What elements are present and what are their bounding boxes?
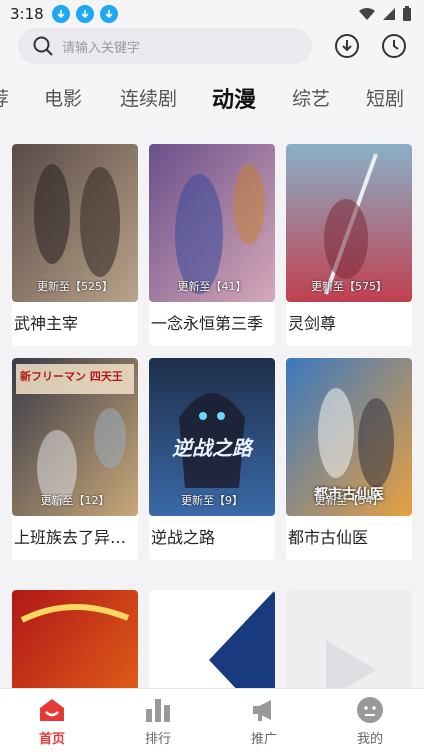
wifi-icon: [359, 7, 375, 20]
nav-label: 我的: [356, 732, 383, 747]
nav-label: 排行: [144, 732, 171, 747]
tab-anime[interactable]: 动漫: [212, 82, 256, 114]
download-notification-icon: [51, 5, 70, 23]
video-card[interactable]: 都市古仙医 更新至【54】 都市古仙医: [286, 358, 412, 560]
search-input[interactable]: 请输入关键字: [18, 28, 312, 64]
nav-ranking[interactable]: 排行: [118, 695, 198, 751]
video-card[interactable]: [286, 590, 412, 688]
search-placeholder: 请输入关键字: [62, 40, 141, 56]
update-badge: 更新至【12】: [40, 494, 110, 507]
header: 请输入关键字 荐 电影 连续剧 动漫 综艺 短剧: [0, 28, 424, 132]
category-tabs: 荐 电影 连续剧 动漫 综艺 短剧: [0, 80, 424, 120]
video-title: 上班族去了异…: [14, 528, 127, 547]
tab-short-drama[interactable]: 短剧: [366, 84, 404, 111]
video-card[interactable]: 更新至【575】 灵剑尊: [286, 144, 412, 346]
bottom-nav: 首页 排行 推广 我的: [0, 688, 424, 754]
video-poster: 新フリーマン 四天王 更新至【12】: [12, 358, 138, 516]
signal-icon: [383, 8, 395, 20]
video-card[interactable]: 更新至【525】 武神主宰: [12, 144, 138, 346]
poster-title: 新フリーマン 四天王: [20, 370, 123, 383]
video-card[interactable]: [12, 590, 138, 688]
video-poster: 逆战之路 更新至【9】: [149, 358, 275, 516]
system-icons: [358, 6, 412, 22]
video-poster: 更新至【575】: [286, 144, 412, 302]
video-poster: 更新至【525】: [12, 144, 138, 302]
tab-variety[interactable]: 综艺: [292, 84, 330, 111]
video-card[interactable]: 逆战之路 更新至【9】 逆战之路: [149, 358, 275, 560]
status-time: 3:18: [10, 5, 44, 23]
nav-home[interactable]: 首页: [12, 695, 92, 751]
video-poster: [12, 590, 138, 688]
video-title: 一念永恒第三季: [151, 314, 264, 333]
video-card[interactable]: [149, 590, 275, 688]
tab-recommend[interactable]: 荐: [0, 84, 9, 111]
nav-promote[interactable]: 推广: [224, 695, 304, 751]
bar-chart-icon: [146, 699, 170, 722]
video-poster: [149, 590, 275, 688]
poster-title: 逆战之路: [172, 436, 252, 460]
video-title: 灵剑尊: [288, 314, 337, 333]
search-icon: [32, 35, 54, 57]
update-badge: 更新至【575】: [311, 280, 387, 293]
update-badge: 更新至【9】: [181, 494, 243, 507]
download-button[interactable]: [333, 32, 361, 60]
update-badge: 更新至【525】: [37, 280, 113, 293]
video-card[interactable]: 新フリーマン 四天王 更新至【12】 上班族去了异…: [12, 358, 138, 560]
update-badge: 更新至【41】: [177, 280, 247, 293]
video-title: 逆战之路: [151, 528, 216, 547]
video-title: 武神主宰: [14, 314, 79, 333]
status-bar: 3:18: [0, 0, 424, 28]
video-card[interactable]: 更新至【41】 一念永恒第三季: [149, 144, 275, 346]
video-poster: 更新至【41】: [149, 144, 275, 302]
video-grid: 更新至【525】 武神主宰 更新至【41】 一念永恒第三季 更新至【575】 灵…: [0, 132, 424, 688]
history-button[interactable]: [380, 32, 408, 60]
clock-icon: [382, 34, 406, 58]
tab-series[interactable]: 连续剧: [120, 84, 177, 111]
home-icon: [40, 699, 64, 721]
nav-mine[interactable]: 我的: [330, 695, 410, 751]
update-badge: 更新至【54】: [314, 494, 384, 507]
tab-movie[interactable]: 电影: [44, 84, 82, 111]
nav-label: 推广: [250, 732, 277, 747]
video-title: 都市古仙医: [288, 528, 369, 547]
megaphone-icon: [253, 700, 271, 721]
video-poster: 都市古仙医 更新至【54】: [286, 358, 412, 516]
battery-icon: [403, 6, 411, 21]
nav-label: 首页: [38, 732, 65, 747]
download-icon: [335, 34, 359, 58]
download-notification-icon: [99, 5, 118, 23]
download-notification-icon: [75, 5, 94, 23]
video-poster-placeholder: [286, 590, 412, 688]
profile-icon: [357, 697, 383, 723]
